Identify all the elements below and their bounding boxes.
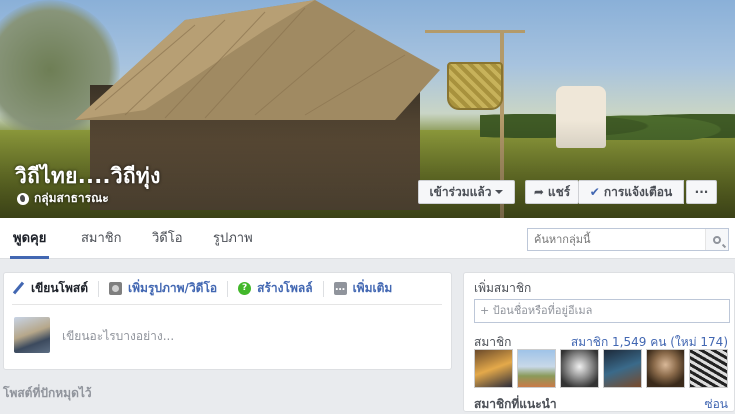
tab-members[interactable]: สมาชิก: [81, 218, 122, 259]
divider: [98, 280, 100, 297]
tab-videos[interactable]: วิดีโอ: [152, 218, 183, 259]
more-options-button[interactable]: ···: [686, 180, 717, 204]
composer-tab-photo-video[interactable]: เพิ่มรูปภาพ/วิดีโอ: [109, 279, 217, 298]
members-sidebar: เพิ่มสมาชิก + ป้อนชื่อหรือที่อยู่อีเมล ส…: [463, 272, 735, 412]
member-avatar[interactable]: [560, 349, 599, 388]
add-members-input[interactable]: + ป้อนชื่อหรือที่อยู่อีเมล: [474, 299, 730, 323]
more-icon: …: [333, 282, 347, 295]
share-icon: ➦: [533, 185, 544, 199]
group-privacy-label: กลุ่มสาธารณะ: [34, 191, 109, 205]
camera-icon: [109, 282, 123, 295]
cover-beam: [425, 30, 525, 33]
check-icon: ✔: [589, 185, 600, 199]
notifications-label: การแจ้งเตือน: [603, 184, 673, 199]
member-avatar[interactable]: [689, 349, 728, 388]
divider: [227, 280, 229, 297]
cover-actions: เข้าร่วมแล้ว ➦ แชร์ ✔ การแจ้งเตือน ···: [418, 180, 717, 204]
avatar[interactable]: [14, 317, 50, 353]
member-avatar[interactable]: [646, 349, 685, 388]
composer-tab-label: เพิ่มรูปภาพ/วิดีโอ: [128, 281, 218, 295]
member-avatar[interactable]: [603, 349, 642, 388]
pinned-posts-label: โพสต์ที่ปักหมุดไว้: [3, 386, 92, 400]
composer-tab-write-post[interactable]: เขียนโพสต์: [12, 279, 88, 298]
more-options-label: ···: [694, 185, 709, 199]
divider: [322, 280, 324, 297]
cover-basket: [447, 62, 503, 110]
composer-tab-label: เขียนโพสต์: [31, 281, 89, 295]
search-button[interactable]: [705, 229, 728, 250]
member-thumbnails: [474, 349, 728, 388]
composer-tabs: เขียนโพสต์ เพิ่มรูปภาพ/วิดีโอ ? สร้างโพล…: [12, 273, 442, 305]
poll-icon: ?: [238, 282, 252, 295]
share-label: แชร์: [547, 184, 571, 199]
member-avatar[interactable]: [517, 349, 556, 388]
post-composer: เขียนโพสต์ เพิ่มรูปภาพ/วิดีโอ ? สร้างโพล…: [3, 272, 452, 370]
pencil-icon: [12, 282, 25, 295]
joined-label: เข้าร่วมแล้ว: [429, 184, 492, 199]
cover-hut-roof: [75, 0, 440, 120]
composer-tab-label: เพิ่มเติม: [352, 281, 393, 295]
tab-photos[interactable]: รูปภาพ: [213, 218, 253, 259]
chevron-down-icon: [495, 190, 504, 194]
composer-input[interactable]: เขียนอะไรบางอย่าง...: [62, 327, 174, 346]
search-icon: [713, 235, 721, 244]
group-search: [527, 228, 729, 251]
member-avatar[interactable]: [474, 349, 513, 388]
composer-tab-poll[interactable]: ? สร้างโพลล์: [238, 279, 313, 298]
globe-icon: [17, 192, 29, 205]
tab-discussion[interactable]: พูดคุย: [9, 218, 50, 259]
add-members-title: เพิ่มสมาชิก: [474, 281, 532, 295]
cover-photo[interactable]: วิถีไทย....วิถีทุ่ง กลุ่มสาธารณะ เข้าร่ว…: [0, 0, 735, 218]
composer-tab-label: สร้างโพลล์: [257, 281, 313, 295]
composer-tab-more[interactable]: … เพิ่มเติม: [333, 279, 393, 298]
notifications-button[interactable]: ✔ การแจ้งเตือน: [579, 180, 684, 204]
share-button[interactable]: ➦ แชร์: [525, 180, 579, 204]
group-privacy: กลุ่มสาธารณะ: [17, 189, 109, 208]
group-search-input[interactable]: [528, 229, 705, 250]
joined-button[interactable]: เข้าร่วมแล้ว: [418, 180, 515, 204]
